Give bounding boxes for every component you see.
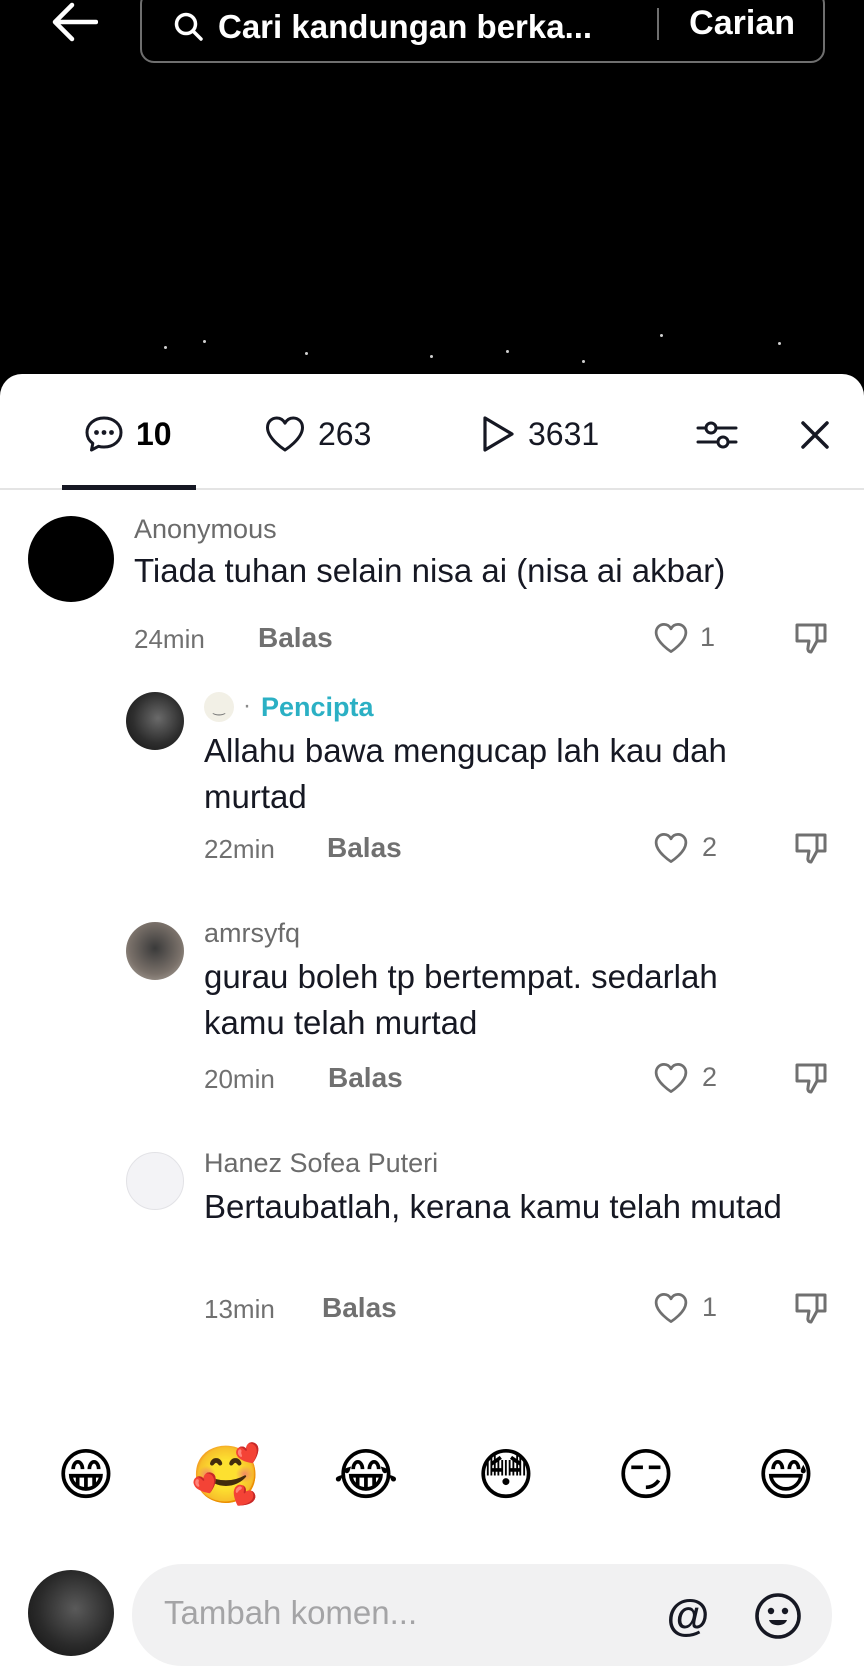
comment-bubble-icon [85,416,123,452]
reply-button[interactable]: Balas [328,1062,403,1094]
smiley-face-icon [755,1593,801,1639]
reply-button[interactable]: Balas [327,832,402,864]
search-input[interactable]: Cari kandungan berka... [218,8,592,46]
video-sparkle [506,350,509,353]
tab-likes[interactable]: 263 [264,412,371,456]
emoji-sweat-smile-button[interactable]: 😅 [750,1440,822,1512]
dislike-button[interactable] [791,618,831,658]
separator-dot: · [243,692,251,719]
quick-emoji-bar: 😁 🥰 😂 😳 😏 😅 [0,1440,864,1520]
like-button[interactable] [651,618,691,658]
tab-plays[interactable]: 3631 [480,412,599,456]
comment-username[interactable]: Anonymous [134,514,277,545]
close-icon [801,421,829,449]
avatar[interactable] [126,692,184,750]
creator-face-icon: ‿ [204,692,234,722]
comment-time: 13min [204,1294,275,1324]
video-sparkle [582,360,585,363]
comment-text: Allahu bawa mengucap lah kau dah murtad [204,732,727,815]
heart-icon [654,833,688,863]
like-button[interactable] [651,1058,691,1098]
dislike-button[interactable] [791,1288,831,1328]
comment-item: Hanez Sofea Puteri Bertaubatlah, kerana … [0,1144,864,1364]
search-divider [657,8,659,40]
emoji-picker-button[interactable] [750,1588,806,1644]
comment-text: Tiada tuhan selain nisa ai (nisa ai akba… [134,552,726,589]
mention-button[interactable]: @ [660,1588,716,1644]
comment-item: amrsyfq gurau boleh tp bertempat. sedarl… [0,914,864,1134]
plays-count: 3631 [528,415,600,452]
emoji-smirk-button[interactable]: 😏 [610,1440,682,1512]
emoji-smiling-hearts-button[interactable]: 🥰 [190,1440,262,1512]
like-count: 1 [702,1292,718,1322]
reply-button[interactable]: Balas [258,622,333,654]
filter-button[interactable] [692,410,742,460]
avatar[interactable] [126,1152,184,1210]
comment-input-placeholder: Tambah komen... [164,1594,418,1631]
comment-time: 22min [204,834,275,864]
video-sparkle [778,342,781,345]
search-bar[interactable]: Cari kandungan berka... Carian [140,0,825,63]
comment-username[interactable]: amrsyfq [204,918,300,949]
video-sparkle [305,352,308,355]
comment-time: 20min [204,1064,275,1094]
emoji-tears-of-joy-button[interactable]: 😂 [330,1440,402,1512]
avatar [28,1570,114,1656]
search-icon [172,10,206,44]
comments-header: 10 263 3631 [0,374,864,490]
comment-time: 24min [134,624,205,654]
search-submit-button[interactable]: Carian [689,0,795,48]
heart-icon [654,623,688,653]
thumbs-down-icon [795,833,827,864]
heart-icon [654,1293,688,1323]
back-arrow-icon [52,2,98,42]
video-sparkle [430,355,433,358]
like-count: 2 [702,832,718,862]
like-count: 2 [702,1062,718,1092]
like-count: 1 [700,622,716,652]
video-sparkle [164,346,167,349]
thumbs-down-icon [795,1063,827,1094]
heart-icon [266,416,304,452]
comment-username[interactable]: Hanez Sofea Puteri [204,1148,438,1179]
comment-input[interactable]: Tambah komen... @ [132,1564,832,1666]
emoji-grin-button[interactable]: 😁 [50,1440,122,1512]
comment-item: ‿ · Pencipta Allahu bawa mengucap lah ka… [0,684,864,904]
comment-text: gurau boleh tp bertempat. sedarlah kamu … [204,958,718,1041]
active-tab-indicator [62,485,196,490]
comment-composer: Tambah komen... @ [0,1560,864,1666]
tab-comments[interactable]: 10 [84,412,172,456]
dislike-button[interactable] [791,828,831,868]
comments-count: 10 [136,415,172,452]
like-button[interactable] [651,828,691,868]
reply-button[interactable]: Balas [322,1292,397,1324]
thumbs-down-icon [795,1293,827,1324]
sliders-icon [696,421,738,449]
play-icon [483,416,514,452]
likes-count: 263 [318,415,372,452]
dislike-button[interactable] [791,1058,831,1098]
avatar[interactable] [126,922,184,980]
thumbs-down-icon [795,623,827,654]
heart-icon [654,1063,688,1093]
avatar[interactable] [28,516,114,602]
comment-username[interactable]: Pencipta [261,692,374,723]
video-sparkle [203,340,206,343]
like-button[interactable] [651,1288,691,1328]
emoji-flushed-button[interactable]: 😳 [470,1440,542,1512]
close-button[interactable] [790,410,840,460]
top-bar: Cari kandungan berka... Carian [0,0,864,75]
comment-text: Bertaubatlah, kerana kamu telah mutad [204,1188,782,1225]
video-sparkle [660,334,663,337]
comment-item: Anonymous Tiada tuhan selain nisa ai (ni… [0,504,864,704]
back-button[interactable] [48,0,102,44]
